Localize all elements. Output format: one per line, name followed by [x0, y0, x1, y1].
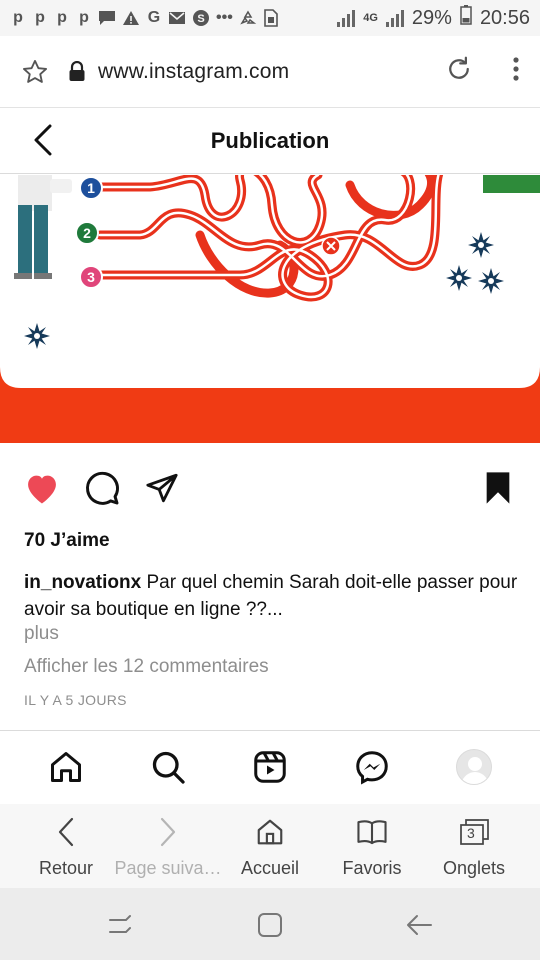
network-type: 4G: [363, 12, 378, 24]
more-link[interactable]: plus: [24, 623, 59, 645]
dead-end-icon: [321, 236, 341, 256]
post-timestamp: IL Y A 5 JOURS: [24, 692, 127, 708]
avatar: [456, 749, 492, 785]
reload-icon[interactable]: [444, 54, 474, 89]
browser-bottom-bar: Retour Page suiva… Accueil Favoris 3 Ong…: [0, 804, 540, 888]
app-notification-icon: p: [79, 9, 89, 26]
battery-percent: 29%: [411, 6, 452, 29]
bookmark-star-icon[interactable]: [20, 57, 50, 87]
profile-avatar[interactable]: [454, 747, 494, 787]
browser-url-bar: www.instagram.com: [0, 36, 540, 108]
svg-text:S: S: [197, 13, 204, 25]
back-arrow-icon[interactable]: [26, 122, 60, 158]
forward-chevron-icon: [158, 814, 178, 850]
home-icon[interactable]: [46, 747, 86, 787]
tabs-icon: 3: [458, 814, 490, 850]
recycle-icon: [239, 10, 257, 26]
status-bar: p p p p G S ••• 4G 29% 20:56: [0, 0, 540, 36]
app-notification-icon: p: [35, 9, 45, 26]
google-icon: G: [147, 9, 161, 26]
system-status: 4G 29% 20:56: [337, 5, 530, 31]
browser-bookmarks-button[interactable]: Favoris: [318, 814, 426, 879]
maze-illustration: 1 2 3: [0, 175, 540, 443]
like-heart-icon[interactable]: [22, 468, 62, 508]
system-back-icon[interactable]: [400, 908, 440, 942]
instagram-bottom-nav: [0, 730, 540, 804]
system-navigation-bar: [0, 888, 540, 960]
browser-home-button[interactable]: Accueil: [216, 814, 324, 879]
lock-icon: [68, 60, 86, 83]
reels-icon[interactable]: [250, 747, 290, 787]
mail-icon: [168, 11, 186, 25]
browser-back-button[interactable]: Retour: [12, 814, 120, 879]
recent-apps-icon[interactable]: [100, 908, 140, 942]
browser-menu-icon[interactable]: [512, 56, 520, 87]
comment-icon[interactable]: [82, 468, 122, 508]
messenger-icon[interactable]: [352, 747, 392, 787]
browser-forward-button[interactable]: Page suiva…: [114, 814, 222, 879]
alert-icon: [122, 10, 140, 26]
marker-3: 3: [87, 269, 95, 285]
back-chevron-icon: [56, 814, 76, 850]
notification-icons: p p p p G S •••: [10, 9, 279, 27]
browser-tabs-button[interactable]: 3 Onglets: [420, 814, 528, 879]
share-icon[interactable]: [142, 468, 182, 508]
browser-back-label: Retour: [38, 858, 94, 878]
view-comments-link[interactable]: Afficher les 12 commentaires: [24, 656, 269, 678]
battery-icon: [460, 5, 472, 31]
message-icon: [98, 10, 116, 26]
search-icon[interactable]: [148, 747, 188, 787]
save-bookmark-icon[interactable]: [478, 468, 518, 508]
app-notification-icon: p: [57, 9, 67, 26]
browser-forward-label: Page suiva…: [114, 858, 222, 878]
likes-count[interactable]: 70 J’aime: [24, 530, 110, 552]
home-button-icon[interactable]: [250, 908, 290, 942]
marker-1: 1: [87, 180, 95, 196]
browser-home-icon: [255, 814, 285, 850]
signal-icon: [385, 9, 404, 27]
clock: 20:56: [479, 6, 530, 29]
browser-tabs-label: Onglets: [442, 858, 506, 878]
signal-icon: [337, 9, 356, 27]
bookmarks-book-icon: [356, 814, 388, 850]
post-username[interactable]: in_novationx: [24, 572, 141, 593]
more-notifications-icon: •••: [216, 9, 233, 26]
post-actions: [0, 464, 540, 512]
browser-bookmarks-label: Favoris: [342, 858, 402, 878]
app-notification-icon: p: [13, 9, 23, 26]
page-title: Publication: [210, 127, 330, 153]
post-image[interactable]: 1 2 3: [0, 175, 540, 443]
url-field[interactable]: www.instagram.com: [98, 60, 289, 84]
tabs-count: 3: [467, 825, 475, 841]
post-caption: in_novationx Par quel chemin Sarah doit-…: [24, 569, 524, 623]
post-header: Publication: [0, 108, 540, 174]
s-app-icon: S: [192, 9, 210, 27]
sim-icon: [263, 9, 279, 27]
marker-2: 2: [83, 225, 91, 241]
browser-home-label: Accueil: [240, 858, 300, 878]
